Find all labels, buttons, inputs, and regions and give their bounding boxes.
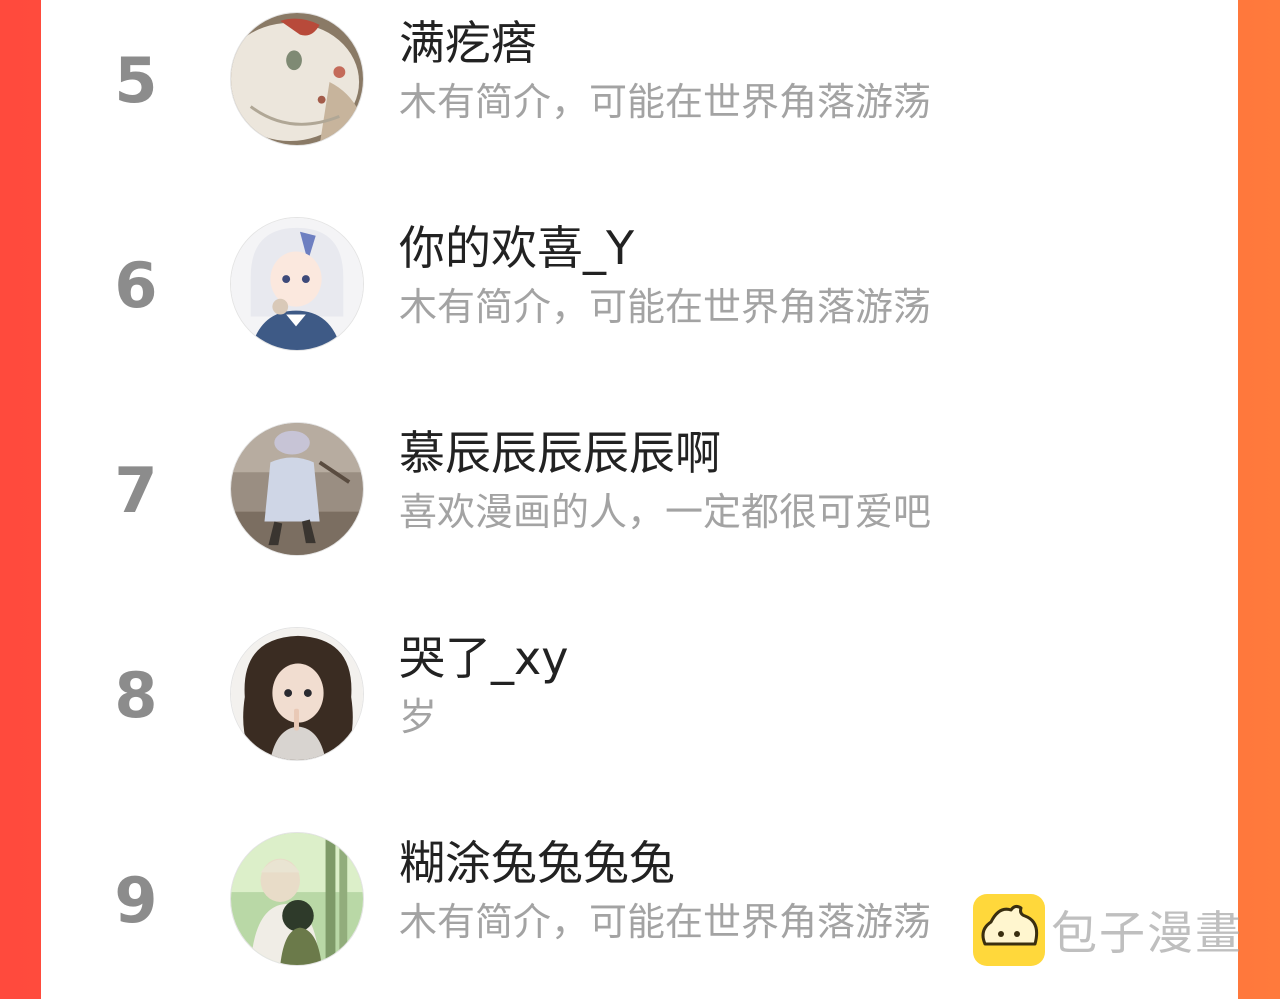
avatar-curly-hair-girl-icon[interactable] [230, 627, 364, 761]
list-item[interactable]: 6 你的欢喜_Y 木有简介，可能在世界角落游荡 [41, 205, 1238, 375]
avatar-plate-icon[interactable] [230, 12, 364, 146]
user-bio: 木有简介，可能在世界角落游荡 [399, 285, 932, 329]
avatar-child-photo-icon[interactable] [230, 422, 364, 556]
user-bio: 喜欢漫画的人，一定都很可爱吧 [399, 490, 932, 534]
watermark: 包子漫畫 [973, 893, 1243, 967]
rank-number: 5 [114, 44, 158, 117]
rank-number: 6 [114, 249, 158, 322]
user-bio: 岁 [399, 695, 438, 739]
user-bio: 木有简介，可能在世界角落游荡 [399, 900, 932, 944]
baozi-logo-icon [973, 894, 1045, 966]
watermark-text: 包子漫畫 [1051, 906, 1243, 960]
user-name[interactable]: 满疙瘩 [399, 18, 537, 69]
rank-number: 8 [114, 659, 158, 732]
user-name[interactable]: 哭了_xy [399, 633, 568, 684]
page-background: 5 满疙瘩 木有简介，可能在世界角落游荡 6 你的欢喜_Y 木有简介，可能在世界… [0, 0, 1280, 999]
list-item[interactable]: 7 慕辰辰辰辰辰啊 喜欢漫画的人，一定都很可爱吧 [41, 410, 1238, 580]
user-name[interactable]: 慕辰辰辰辰辰啊 [399, 428, 721, 479]
rank-number: 7 [114, 454, 158, 527]
user-bio: 木有简介，可能在世界角落游荡 [399, 80, 932, 124]
avatar-forest-couple-icon[interactable] [230, 832, 364, 966]
user-name[interactable]: 你的欢喜_Y [399, 223, 634, 274]
list-item[interactable]: 5 满疙瘩 木有简介，可能在世界角落游荡 [41, 0, 1238, 170]
ranking-list: 5 满疙瘩 木有简介，可能在世界角落游荡 6 你的欢喜_Y 木有简介，可能在世界… [41, 0, 1238, 999]
user-name[interactable]: 糊涂兔兔兔兔 [399, 838, 675, 889]
rank-number: 9 [114, 864, 158, 937]
avatar-anime-girl-icon[interactable] [230, 217, 364, 351]
list-item[interactable]: 8 哭了_xy 岁 [41, 615, 1238, 785]
